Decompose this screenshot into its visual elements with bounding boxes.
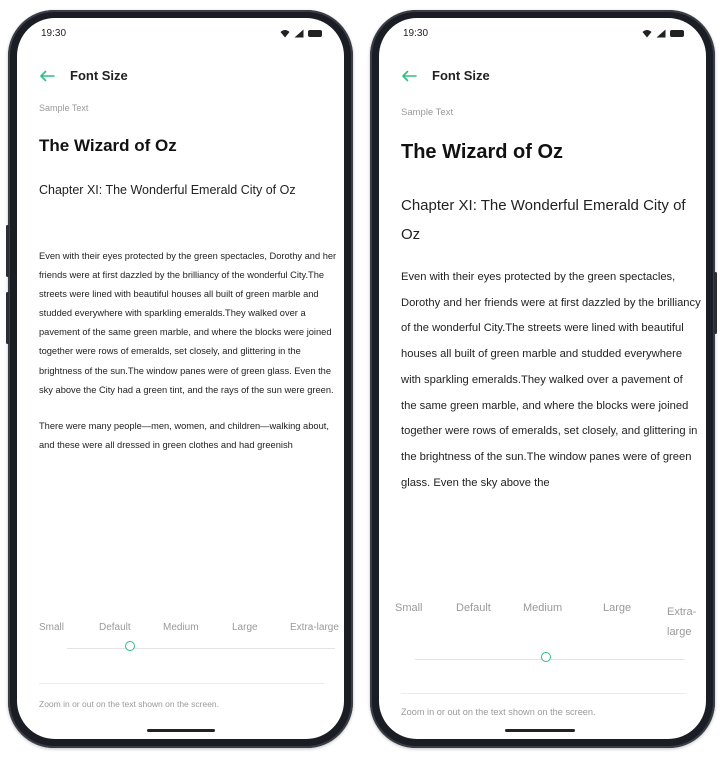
- volume-down-button: [6, 292, 9, 344]
- book-title: The Wizard of Oz: [39, 136, 177, 155]
- zoom-hint-text: Zoom in or out on the text shown on the …: [39, 699, 220, 709]
- status-icons: [280, 29, 322, 38]
- size-option-large[interactable]: Large: [603, 602, 667, 642]
- paragraph: Even with their eyes protected by the gr…: [39, 251, 337, 395]
- back-arrow-icon[interactable]: [39, 70, 55, 82]
- screen: 19:30 Font Size Sample Text The Wizard o…: [17, 18, 344, 739]
- wifi-icon: [642, 30, 652, 38]
- font-size-slider-thumb[interactable]: [541, 652, 551, 662]
- font-size-slider-track[interactable]: [67, 648, 335, 649]
- size-option-extra-large[interactable]: Extra-large: [290, 622, 339, 633]
- paragraph: There were many people—men, women, and c…: [39, 420, 329, 450]
- font-size-options: Small Default Medium Large Extra-large: [39, 622, 339, 633]
- chapter-title: Chapter XI: The Wonderful Emerald City o…: [39, 183, 296, 197]
- app-bar: Font Size: [39, 68, 128, 83]
- font-size-slider-thumb[interactable]: [125, 641, 135, 651]
- status-time: 19:30: [41, 28, 67, 39]
- battery-icon: [670, 30, 684, 37]
- home-indicator[interactable]: [505, 729, 575, 732]
- divider: [401, 693, 686, 694]
- signal-icon: [656, 29, 666, 38]
- size-option-medium[interactable]: Medium: [163, 622, 232, 633]
- sample-text-body: Even with their eyes protected by the gr…: [401, 265, 701, 570]
- size-option-default[interactable]: Default: [456, 602, 523, 642]
- paragraph: Even with their eyes protected by the gr…: [401, 271, 701, 489]
- sample-text-label: Sample Text: [39, 103, 89, 113]
- signal-icon: [294, 29, 304, 38]
- status-bar: 19:30: [41, 28, 322, 42]
- back-arrow-icon[interactable]: [401, 70, 417, 82]
- size-option-default[interactable]: Default: [99, 622, 163, 633]
- size-option-large[interactable]: Large: [232, 622, 290, 633]
- zoom-hint-text: Zoom in or out on the text shown on the …: [401, 707, 596, 717]
- size-option-extra-large[interactable]: Extra-large: [667, 602, 706, 642]
- chapter-title: Chapter XI: The Wonderful Emerald City o…: [401, 197, 686, 243]
- wifi-icon: [280, 30, 290, 38]
- page-title: Font Size: [432, 68, 490, 83]
- sample-text-body: Even with their eyes protected by the gr…: [39, 247, 337, 601]
- font-size-options: Small Default Medium Large Extra-large: [395, 602, 706, 642]
- divider: [39, 683, 324, 684]
- size-option-small[interactable]: Small: [39, 622, 99, 633]
- book-title: The Wizard of Oz: [401, 141, 564, 163]
- phone-medium-size: 19:30 Font Size Sample Text The Wizard o…: [370, 10, 717, 748]
- power-button: [714, 272, 717, 334]
- size-option-medium[interactable]: Medium: [523, 602, 603, 642]
- status-bar: 19:30: [403, 28, 684, 42]
- home-indicator[interactable]: [147, 729, 215, 732]
- page-title: Font Size: [70, 68, 128, 83]
- phone-default-size: 19:30 Font Size Sample Text The Wizard o…: [6, 10, 353, 748]
- screen: 19:30 Font Size Sample Text The Wizard o…: [379, 18, 706, 739]
- size-option-small[interactable]: Small: [395, 602, 456, 642]
- status-time: 19:30: [403, 28, 429, 39]
- volume-up-button: [6, 225, 9, 277]
- battery-icon: [308, 30, 322, 37]
- sample-text-label: Sample Text: [401, 107, 454, 118]
- app-bar: Font Size: [401, 68, 490, 83]
- status-icons: [642, 29, 684, 38]
